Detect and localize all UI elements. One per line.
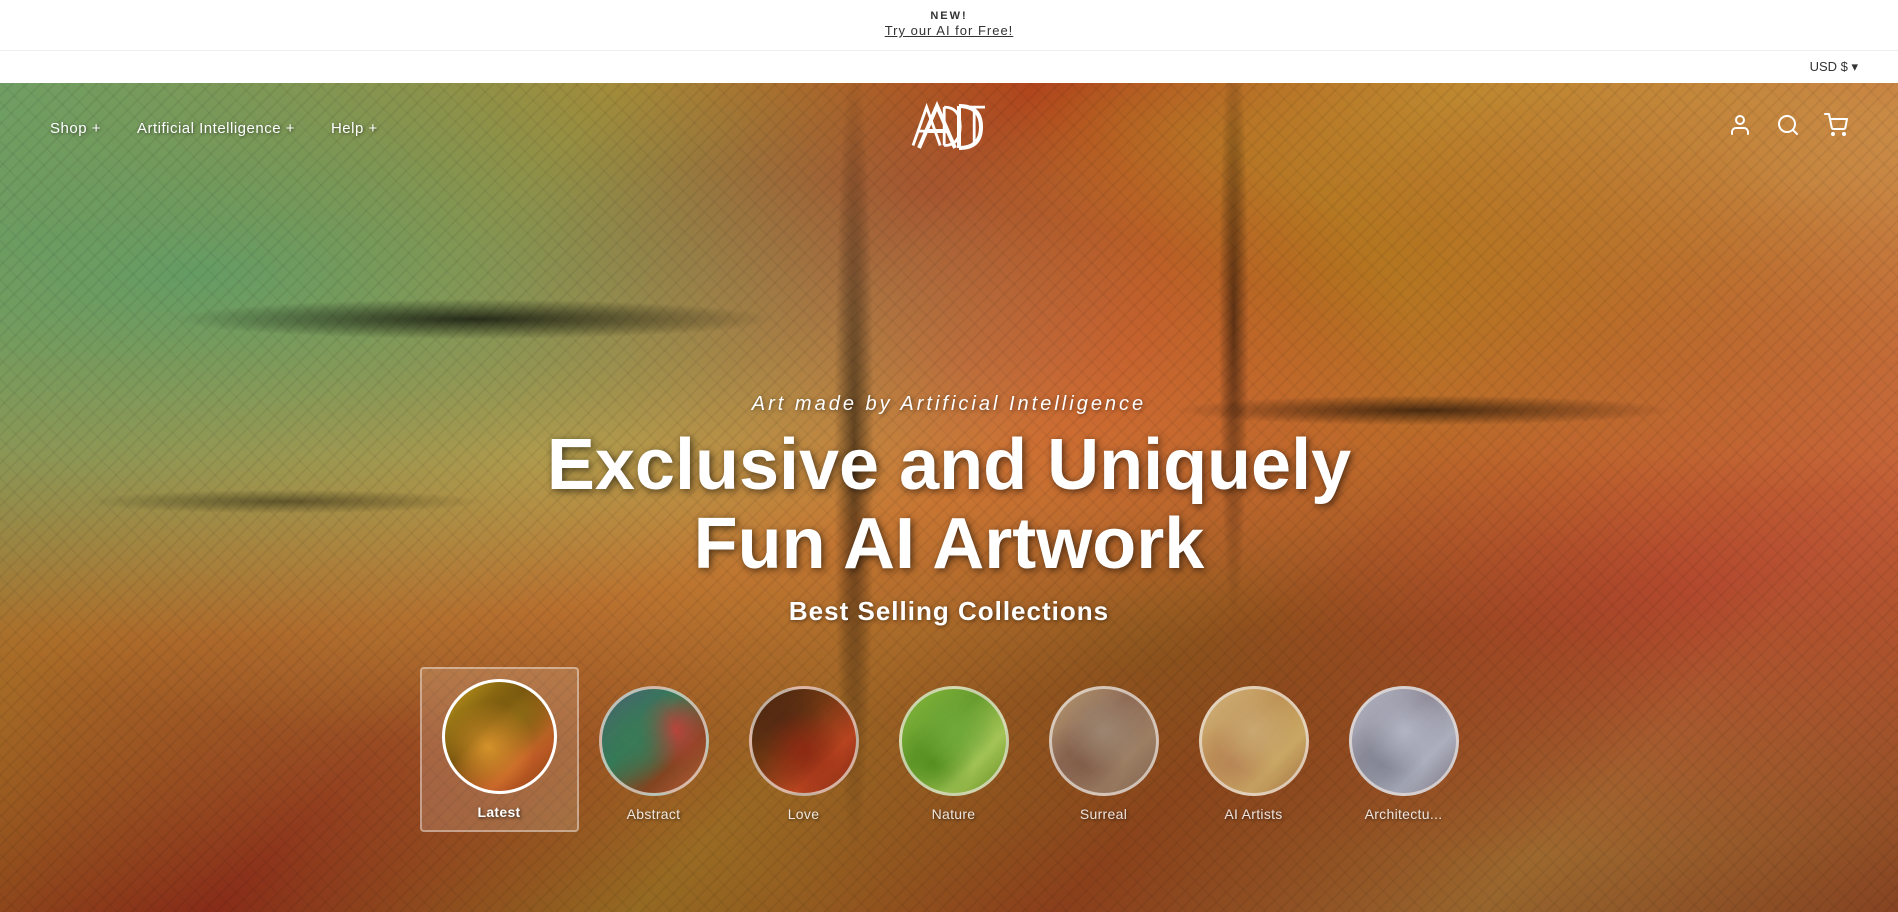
collection-label-nature: Nature: [932, 806, 976, 822]
collections-row: Latest Abstract Love Nature Surreal: [499, 667, 1399, 832]
collection-circle-abstract: [599, 686, 709, 796]
hero-title: Exclusive and Uniquely Fun AI Artwork: [499, 426, 1399, 584]
header-main: Shop + Artificial Intelligence + Help +: [0, 83, 1898, 173]
nav-ai[interactable]: Artificial Intelligence +: [137, 120, 295, 137]
hero-subtitle: Art made by Artificial Intelligence: [499, 393, 1399, 416]
currency-label: USD $ ▾: [1810, 59, 1858, 75]
announcement-bar: NEW! Try our AI for Free!: [0, 0, 1898, 51]
collection-label-surreal: Surreal: [1080, 806, 1127, 822]
collection-circle-surreal: [1049, 686, 1159, 796]
announcement-link[interactable]: Try our AI for Free!: [885, 23, 1014, 38]
collection-item-abstract[interactable]: Abstract: [579, 676, 729, 832]
site-logo[interactable]: [909, 96, 989, 161]
collection-circle-architecture: [1349, 686, 1459, 796]
collection-item-latest[interactable]: Latest: [420, 667, 579, 832]
collection-item-ai-artists[interactable]: AI Artists: [1179, 676, 1329, 832]
collection-circle-latest: [442, 679, 557, 794]
collection-item-love[interactable]: Love: [729, 676, 879, 832]
logo-adt: [909, 96, 989, 151]
collection-item-architecture[interactable]: Architectu...: [1329, 676, 1479, 832]
search-icon[interactable]: [1776, 113, 1800, 143]
nav-help[interactable]: Help +: [331, 120, 378, 137]
hero-title-text: Exclusive and Uniquely Fun AI Artwork: [547, 425, 1351, 584]
collection-item-surreal[interactable]: Surreal: [1029, 676, 1179, 832]
collection-label-love: Love: [788, 806, 820, 822]
collection-circle-ai-artists: [1199, 686, 1309, 796]
collection-circle-love: [749, 686, 859, 796]
collection-label-abstract: Abstract: [627, 806, 681, 822]
currency-selector[interactable]: USD $ ▾: [1810, 59, 1858, 75]
header-top-bar: USD $ ▾: [0, 51, 1898, 83]
cart-icon[interactable]: [1824, 113, 1848, 143]
site-header: NEW! Try our AI for Free! USD $ ▾ Shop +…: [0, 0, 1898, 173]
nav-right: [1728, 113, 1848, 143]
hero-content: Art made by Artificial Intelligence Excl…: [499, 393, 1399, 832]
collection-label-ai-artists: AI Artists: [1224, 806, 1282, 822]
collection-label-latest: Latest: [477, 804, 520, 820]
hero-section: NEW! Try our AI for Free! USD $ ▾ Shop +…: [0, 0, 1898, 912]
collection-item-nature[interactable]: Nature: [879, 676, 1029, 832]
announcement-new-label: NEW!: [0, 10, 1898, 22]
collection-label-architecture: Architectu...: [1365, 806, 1443, 822]
nav-shop[interactable]: Shop +: [50, 120, 101, 137]
hero-tagline: Best Selling Collections: [499, 596, 1399, 627]
collection-circle-nature: [899, 686, 1009, 796]
nav-left: Shop + Artificial Intelligence + Help +: [50, 120, 378, 137]
account-icon[interactable]: [1728, 113, 1752, 143]
